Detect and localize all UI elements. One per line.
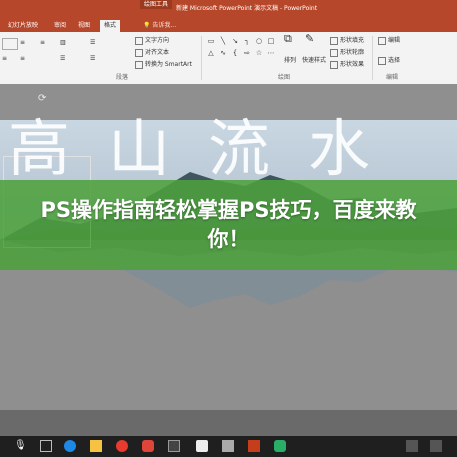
shape-oval-icon[interactable]: ○: [254, 36, 264, 46]
ribbon-tabs: 幻灯片放映 审阅 视图 格式 💡 告诉我...: [0, 18, 457, 32]
pen-icon: [330, 48, 338, 57]
align-center-icon[interactable]: ≡: [20, 54, 25, 64]
group-divider: [201, 36, 202, 80]
list-icon[interactable]: ≡: [20, 38, 25, 48]
line-spacing-icon[interactable]: ☰: [90, 38, 95, 48]
start-icon[interactable]: 🎙: [14, 440, 27, 452]
effects-icon: [330, 60, 338, 69]
text-direction-icon: [135, 36, 143, 45]
qq-icon[interactable]: [142, 440, 154, 452]
shape-fill-button[interactable]: 形状填充: [330, 36, 364, 46]
shape-outline-button[interactable]: 形状轮廓: [330, 48, 364, 58]
shape-square-icon[interactable]: □: [266, 36, 276, 46]
shape-rarrow-icon[interactable]: ⇨: [242, 48, 252, 58]
shape-more-icon[interactable]: ⋯: [266, 48, 276, 58]
shape-effects-button[interactable]: 形状效果: [330, 60, 364, 70]
contextual-tab-drawing-tools: 绘图工具: [140, 0, 172, 9]
ribbon: ≡ ≡ ≡ ≡ ▥ ☰ ☰ ☰ 文字方向 对齐文本 转换为 SmartArt 段…: [0, 32, 457, 85]
task-view-icon[interactable]: [40, 440, 52, 452]
title-bar: 绘图工具 新建 Microsoft PowerPoint 演示文稿 - Powe…: [0, 0, 457, 18]
select-label: 选择: [388, 57, 401, 64]
file-explorer-icon[interactable]: [90, 440, 102, 452]
align-text-icon: [135, 48, 143, 57]
convert-smartart-label: 转换为 SmartArt: [145, 61, 192, 68]
convert-smartart-button[interactable]: 转换为 SmartArt: [135, 60, 192, 70]
cursor-icon: [378, 56, 386, 65]
shape-effects-label: 形状效果: [340, 61, 365, 68]
edit-button[interactable]: 编辑: [378, 36, 400, 46]
camera-icon[interactable]: [196, 440, 208, 452]
quick-styles-button[interactable]: 快速样式: [302, 56, 326, 66]
tab-review[interactable]: 审阅: [50, 20, 70, 32]
numbered-list-icon[interactable]: ≡: [40, 38, 45, 48]
edit-icon: [378, 36, 386, 45]
tab-format[interactable]: 格式: [100, 20, 121, 32]
align-left-icon[interactable]: ≡: [2, 54, 7, 64]
tell-me-label: 告诉我...: [152, 22, 177, 29]
tab-view[interactable]: 视图: [74, 20, 94, 32]
window-title: 新建 Microsoft PowerPoint 演示文稿 - PowerPoin…: [176, 5, 318, 12]
arrange-button[interactable]: 排列: [284, 56, 296, 66]
align-text-label: 对齐文本: [145, 49, 170, 56]
quick-styles-icon[interactable]: ✎: [305, 33, 314, 44]
powerpoint-icon[interactable]: [248, 440, 260, 452]
columns-icon[interactable]: ▥: [60, 38, 66, 48]
select-button[interactable]: 选择: [378, 56, 400, 66]
justify-icon[interactable]: ☰: [60, 54, 65, 64]
shape-rect-icon[interactable]: ▭: [206, 36, 216, 46]
group-divider: [372, 36, 373, 80]
calligraphy-title[interactable]: 高山流水: [0, 114, 457, 184]
align-text-button[interactable]: 对齐文本: [135, 48, 169, 58]
shape-arrow-icon[interactable]: ↘: [230, 36, 240, 46]
editing-group-label: 编辑: [386, 74, 399, 81]
text-direction-label: 文字方向: [145, 37, 170, 44]
distribute-icon[interactable]: ☰: [90, 54, 95, 64]
netease-music-icon[interactable]: [116, 440, 128, 452]
taskbar: 🎙: [0, 436, 457, 457]
shape-line-icon[interactable]: ╲: [218, 36, 228, 46]
drawing-group-label: 绘图: [278, 74, 291, 81]
tell-me-search[interactable]: 💡 告诉我...: [143, 20, 176, 32]
wechat-icon[interactable]: [274, 440, 286, 452]
smartart-icon: [135, 60, 143, 69]
shape-triangle-icon[interactable]: △: [206, 48, 216, 58]
text-direction-button[interactable]: 文字方向: [135, 36, 169, 46]
screenshot-icon[interactable]: [168, 440, 180, 452]
edit-label: 编辑: [388, 37, 401, 44]
tab-slideshow[interactable]: 幻灯片放映: [4, 20, 42, 32]
paragraph-group-label: 段落: [116, 74, 129, 81]
headline-text: PS操作指南轻松掌握PS技巧，百度来教你！: [40, 198, 417, 251]
monitor-icon[interactable]: [222, 440, 234, 452]
shape-brace-icon[interactable]: {: [230, 48, 240, 58]
tray-icon[interactable]: [406, 440, 418, 452]
edge-icon[interactable]: [64, 440, 76, 452]
arrange-icon[interactable]: ⧉: [284, 33, 292, 44]
shape-fill-label: 形状填充: [340, 37, 365, 44]
rotate-handle-icon[interactable]: ⟳: [38, 93, 46, 104]
lightbulb-icon: 💡: [143, 22, 153, 29]
shape-elbow-icon[interactable]: ┐: [242, 36, 252, 46]
shape-curve-icon[interactable]: ∿: [218, 48, 228, 58]
notification-icon[interactable]: [430, 440, 442, 452]
shape-outline-label: 形状轮廓: [340, 49, 365, 56]
shape-star-icon[interactable]: ☆: [254, 48, 264, 58]
paint-bucket-icon: [330, 36, 338, 45]
font-size-box[interactable]: [2, 38, 18, 50]
status-bar: [0, 410, 457, 436]
